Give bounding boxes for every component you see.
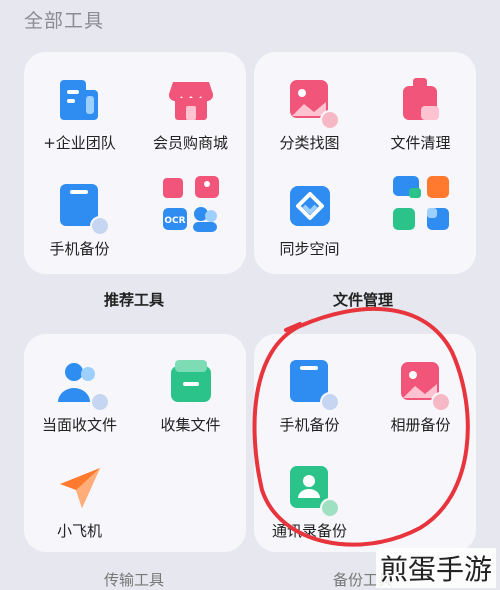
card-title-file-management: 文件管理 [333,291,394,309]
tool-label: +企业团队 [43,134,116,152]
sync-space-icon [286,182,334,230]
tool-face-to-face[interactable]: 当面收文件 [24,336,135,441]
tool-photo-search[interactable]: 分类找图 [254,54,365,159]
tool-phone-backup[interactable]: 手机备份 [24,160,135,265]
enterprise-team-icon [56,76,104,124]
tool-more-grid[interactable]: OCR [135,160,246,265]
tool-member-shop[interactable]: 会员购商城 [135,54,246,159]
tool-paper-plane[interactable]: 小飞机 [24,442,135,547]
tool-album-backup[interactable]: 相册备份 [365,336,476,441]
watermark-text: 煎蛋手游 [375,548,496,588]
tool-more-grid[interactable] [365,160,476,265]
tool-label: 同步空间 [279,240,340,258]
contacts-backup-icon [286,464,340,518]
tool-label: 通讯录备份 [271,522,347,540]
tool-label: 相册备份 [390,416,451,434]
mini-grid-icon [389,172,453,236]
tool-enterprise-team[interactable]: +企业团队 [24,54,135,159]
file-clean-icon [397,76,445,124]
tool-label: 手机备份 [49,240,110,258]
card-title-recommended: 推荐工具 [104,291,165,309]
photo-search-icon [286,76,340,130]
face-to-face-icon [56,358,110,412]
tool-label: 当面收文件 [41,416,117,434]
tool-label: 小飞机 [56,522,102,540]
tool-phone-backup[interactable]: 手机备份 [254,336,365,441]
tool-sync-space[interactable]: 同步空间 [254,160,365,265]
header-title: 全部工具 [24,10,105,32]
tool-contacts-backup[interactable]: 通讯录备份 [254,442,365,547]
phone-backup-icon [286,358,340,412]
paper-plane-icon [56,464,104,512]
mini-grid-icon: OCR [159,172,223,236]
tool-label: 手机备份 [279,416,340,434]
tool-label: 分类找图 [279,134,340,152]
phone-backup-icon [56,182,110,236]
tool-collect-files[interactable]: 收集文件 [135,336,246,441]
shop-icon [167,76,215,124]
sync-badge-icon [89,216,110,236]
backup-tools-card: 手机备份 相册备份 通讯录备份 [254,334,476,552]
sync-badge-icon [319,498,340,518]
search-badge-icon [319,110,340,130]
file-management-card: 分类找图 文件清理 同步空间 [254,52,476,274]
sync-badge-icon [430,392,451,412]
recommended-tools-card: +企业团队 会员购商城 手机备份 OCR [24,52,246,274]
tool-file-clean[interactable]: 文件清理 [365,54,476,159]
sync-badge-icon [319,392,340,412]
tool-label: 会员购商城 [152,134,228,152]
transfer-tools-card: 当面收文件 收集文件 小飞机 [24,334,246,552]
ocr-text: OCR [164,216,185,226]
collect-files-icon [167,358,215,406]
transfer-badge-icon [89,392,110,412]
album-backup-icon [397,358,451,412]
tool-label: 收集文件 [160,416,221,434]
card-title-transfer: 传输工具 [104,571,165,589]
tool-label: 文件清理 [390,134,451,152]
